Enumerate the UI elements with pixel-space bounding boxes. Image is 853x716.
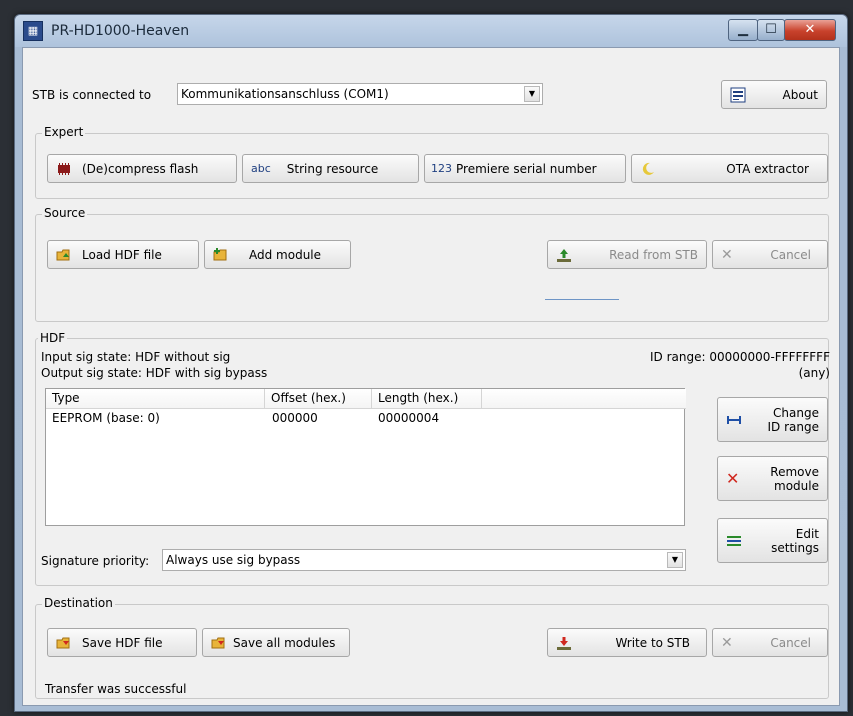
cancel-x-icon: ✕ (721, 634, 733, 651)
save-all-modules-label: Save all modules (233, 635, 336, 650)
app-icon: ▦ (23, 21, 43, 41)
hdf-group-title: HDF (38, 331, 68, 345)
column-type[interactable]: Type (46, 389, 265, 409)
signature-priority-label: Signature priority: (41, 554, 150, 568)
about-button[interactable]: About (721, 80, 827, 109)
upload-icon (557, 248, 571, 262)
decompress-flash-label: (De)compress flash (82, 161, 199, 176)
edit-settings-button[interactable]: Edit settings (717, 518, 828, 563)
save-folder-icon (56, 637, 70, 648)
change-id-range-button[interactable]: Change ID range (717, 397, 828, 442)
change-id-label-2: ID range (767, 419, 820, 434)
table-row[interactable]: EEPROM (base: 0) 000000 00000004 (46, 410, 684, 428)
save-hdf-label: Save HDF file (82, 635, 163, 650)
source-group-title: Source (42, 206, 88, 220)
minimize-button[interactable]: ▁ (728, 19, 758, 41)
row-type: EEPROM (base: 0) (52, 411, 160, 425)
ota-extractor-button[interactable]: OTA extractor (631, 154, 828, 183)
window-title: PR-HD1000-Heaven (51, 23, 190, 39)
source-cancel-button[interactable]: ✕ Cancel (712, 240, 828, 269)
number-icon: 123 (431, 162, 452, 175)
column-empty (482, 389, 686, 409)
transfer-status: Transfer was successful (45, 682, 187, 696)
read-from-stb-label: Read from STB (609, 247, 698, 262)
edit-label-1: Edit (795, 526, 819, 541)
load-hdf-label: Load HDF file (82, 247, 162, 262)
port-select[interactable]: Kommunikationsanschluss (COM1) ▼ (177, 83, 543, 105)
expert-group-title: Expert (42, 125, 86, 139)
flash-chip-icon (58, 162, 70, 175)
port-select-value: Kommunikationsanschluss (COM1) (181, 87, 389, 101)
add-module-button[interactable]: Add module (204, 240, 351, 269)
cancel-x-icon: ✕ (721, 246, 733, 263)
destination-cancel-label: Cancel (770, 635, 811, 650)
remove-label-1: Remove (770, 464, 819, 479)
write-to-stb-label: Write to STB (615, 635, 690, 650)
main-panel: STB is connected to Kommunikationsanschl… (22, 47, 840, 706)
module-table[interactable]: Type Offset (hex.) Length (hex.) EEPROM … (45, 388, 686, 526)
abc-icon: abc (251, 162, 271, 175)
transfer-progress-indicator (545, 299, 619, 300)
change-id-label-1: Change (773, 405, 819, 420)
write-to-stb-button[interactable]: Write to STB (547, 628, 707, 657)
range-icon (727, 415, 741, 424)
column-offset[interactable]: Offset (hex.) (265, 389, 372, 409)
premiere-serial-button[interactable]: 123 Premiere serial number (424, 154, 626, 183)
title-bar[interactable]: ▦ PR-HD1000-Heaven ▁ ☐ ✕ (15, 15, 847, 47)
signature-priority-value: Always use sig bypass (166, 553, 301, 567)
save-hdf-button[interactable]: Save HDF file (47, 628, 197, 657)
download-icon (557, 636, 571, 650)
moon-icon (642, 162, 654, 175)
signature-priority-select[interactable]: Always use sig bypass ▼ (162, 549, 686, 571)
close-button[interactable]: ✕ (784, 19, 836, 41)
premiere-serial-label: Premiere serial number (456, 161, 597, 176)
destination-cancel-button[interactable]: ✕ Cancel (712, 628, 828, 657)
row-length: 00000004 (378, 411, 440, 425)
about-label: About (782, 87, 818, 102)
source-cancel-label: Cancel (770, 247, 811, 262)
save-all-modules-button[interactable]: Save all modules (202, 628, 350, 657)
id-range-any: (any) (798, 366, 830, 380)
output-sig-state: Output sig state: HDF with sig bypass (41, 366, 268, 380)
row-offset: 000000 (272, 411, 318, 425)
load-hdf-button[interactable]: Load HDF file (47, 240, 199, 269)
remove-x-icon: ✕ (726, 469, 740, 488)
read-from-stb-button[interactable]: Read from STB (547, 240, 707, 269)
input-sig-state: Input sig state: HDF without sig (41, 350, 231, 364)
decompress-flash-button[interactable]: (De)compress flash (47, 154, 237, 183)
string-resource-button[interactable]: abc String resource (242, 154, 419, 183)
remove-label-2: module (774, 478, 819, 493)
chevron-down-icon[interactable]: ▼ (667, 552, 683, 568)
add-folder-icon (213, 247, 227, 260)
id-range-text: ID range: 00000000-FFFFFFFF (650, 350, 830, 364)
remove-module-button[interactable]: ✕ Remove module (717, 456, 828, 501)
app-window: ▦ PR-HD1000-Heaven ▁ ☐ ✕ STB is connecte… (14, 14, 848, 712)
column-length[interactable]: Length (hex.) (372, 389, 482, 409)
edit-label-2: settings (771, 540, 819, 555)
connection-label: STB is connected to (32, 88, 152, 102)
save-all-icon (211, 637, 225, 648)
about-icon (730, 87, 746, 102)
maximize-button[interactable]: ☐ (757, 19, 785, 41)
settings-list-icon (727, 535, 741, 546)
destination-group-title: Destination (42, 596, 115, 610)
string-resource-label: String resource (286, 161, 379, 176)
chevron-down-icon[interactable]: ▼ (524, 86, 540, 102)
folder-open-icon (56, 249, 70, 260)
add-module-label: Add module (249, 247, 322, 262)
ota-extractor-label: OTA extractor (726, 161, 809, 176)
